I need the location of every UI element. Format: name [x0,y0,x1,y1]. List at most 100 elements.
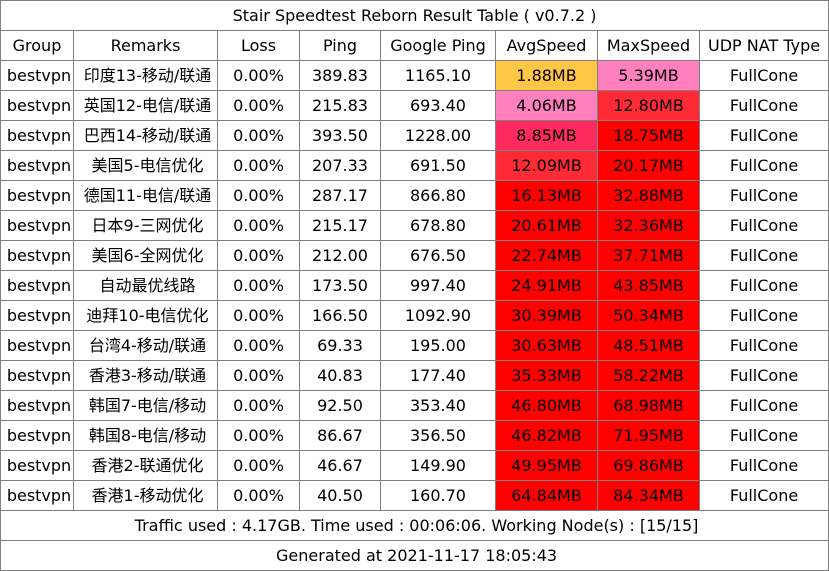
cell-loss: 0.00% [217,150,300,181]
cell-group: bestvpn [0,240,74,271]
cell-remarks: 香港2-联通优化 [73,450,218,481]
cell-max-speed: 71.95MB [597,420,700,451]
cell-ping: 69.33 [299,330,381,361]
cell-group: bestvpn [0,60,74,91]
table-row: bestvpn 香港3-移动/联通 0.00% 40.83 177.40 35.33MB 5… [0,360,829,391]
header-udp-nat-type: UDP NAT Type [698,30,829,61]
cell-avg-speed: 12.09MB [495,150,598,181]
cell-ping: 393.50 [299,120,381,151]
table-row: bestvpn 美国5-电信优化 0.00% 207.33 691.50 12.09MB 2… [0,150,829,181]
cell-remarks: 迪拜10-电信优化 [73,300,218,331]
cell-group: bestvpn [0,150,74,181]
cell-google-ping: 149.90 [380,450,496,481]
cell-avg-speed: 8.85MB [495,120,598,151]
cell-group: bestvpn [0,270,74,301]
cell-loss: 0.00% [217,270,300,301]
cell-udp-nat-type: FullCone [698,330,829,361]
cell-remarks: 日本9-三网优化 [73,210,218,241]
cell-google-ping: 1165.10 [380,60,496,91]
cell-udp-nat-type: FullCone [698,360,829,391]
cell-udp-nat-type: FullCone [698,390,829,421]
cell-ping: 212.00 [299,240,381,271]
cell-ping: 207.33 [299,150,381,181]
cell-remarks: 印度13-移动/联通 [73,60,218,91]
cell-max-speed: 48.51MB [597,330,700,361]
cell-group: bestvpn [0,330,74,361]
cell-google-ping: 997.40 [380,270,496,301]
table-row: bestvpn 巴西14-移动/联通 0.00% 393.50 1228.00 8.85M… [0,120,829,151]
traffic-row: Traffic used : 4.17GB. Time used : 00:06… [0,510,829,541]
cell-remarks: 香港1-移动优化 [73,480,218,511]
cell-remarks: 巴西14-移动/联通 [73,120,218,151]
cell-loss: 0.00% [217,180,300,211]
table-row: bestvpn 迪拜10-电信优化 0.00% 166.50 1092.90 30.39M… [0,300,829,331]
table-row: bestvpn 韩国7-电信/移动 0.00% 92.50 353.40 46.80MB 6… [0,390,829,421]
cell-google-ping: 678.80 [380,210,496,241]
cell-avg-speed: 30.39MB [495,300,598,331]
cell-max-speed: 12.80MB [597,90,700,121]
cell-udp-nat-type: FullCone [698,210,829,241]
cell-avg-speed: 64.84MB [495,480,598,511]
cell-google-ping: 693.40 [380,90,496,121]
cell-udp-nat-type: FullCone [698,60,829,91]
header-group: Group [0,30,74,61]
cell-group: bestvpn [0,120,74,151]
cell-google-ping: 691.50 [380,150,496,181]
cell-google-ping: 1228.00 [380,120,496,151]
cell-group: bestvpn [0,210,74,241]
cell-max-speed: 20.17MB [597,150,700,181]
cell-ping: 389.83 [299,60,381,91]
header-avg-speed: AvgSpeed [495,30,598,61]
cell-max-speed: 50.34MB [597,300,700,331]
cell-google-ping: 353.40 [380,390,496,421]
cell-avg-speed: 46.80MB [495,390,598,421]
cell-ping: 215.17 [299,210,381,241]
cell-ping: 173.50 [299,270,381,301]
cell-remarks: 台湾4-移动/联通 [73,330,218,361]
cell-ping: 40.50 [299,480,381,511]
cell-group: bestvpn [0,300,74,331]
cell-udp-nat-type: FullCone [698,150,829,181]
header-remarks: Remarks [73,30,218,61]
cell-remarks: 美国6-全网优化 [73,240,218,271]
cell-ping: 287.17 [299,180,381,211]
cell-udp-nat-type: FullCone [698,420,829,451]
cell-loss: 0.00% [217,390,300,421]
table-row: bestvpn 日本9-三网优化 0.00% 215.17 678.80 20.61MB 3… [0,210,829,241]
cell-google-ping: 195.00 [380,330,496,361]
generated-row: Generated at 2021-11-17 18:05:43 [0,540,829,571]
cell-loss: 0.00% [217,450,300,481]
cell-max-speed: 37.71MB [597,240,700,271]
table-row: bestvpn 美国6-全网优化 0.00% 212.00 676.50 22.74MB 3… [0,240,829,271]
cell-udp-nat-type: FullCone [698,270,829,301]
table-title: Stair Speedtest Reborn Result Table ( v0… [0,0,829,31]
cell-avg-speed: 16.13MB [495,180,598,211]
cell-google-ping: 866.80 [380,180,496,211]
cell-max-speed: 84.34MB [597,480,700,511]
generated-timestamp: Generated at 2021-11-17 18:05:43 [0,540,829,571]
cell-udp-nat-type: FullCone [698,240,829,271]
cell-avg-speed: 22.74MB [495,240,598,271]
cell-remarks: 自动最优线路 [73,270,218,301]
cell-loss: 0.00% [217,210,300,241]
result-table: Stair Speedtest Reborn Result Table ( v0… [0,0,829,571]
cell-udp-nat-type: FullCone [698,90,829,121]
cell-ping: 46.67 [299,450,381,481]
cell-loss: 0.00% [217,90,300,121]
cell-group: bestvpn [0,450,74,481]
cell-group: bestvpn [0,480,74,511]
cell-ping: 86.67 [299,420,381,451]
cell-ping: 215.83 [299,90,381,121]
header-loss: Loss [217,30,300,61]
cell-udp-nat-type: FullCone [698,480,829,511]
cell-remarks: 香港3-移动/联通 [73,360,218,391]
table-row: bestvpn 台湾4-移动/联通 0.00% 69.33 195.00 30.63MB 4… [0,330,829,361]
cell-max-speed: 5.39MB [597,60,700,91]
table-row: bestvpn 香港1-移动优化 0.00% 40.50 160.70 64.84MB 84… [0,480,829,511]
cell-google-ping: 356.50 [380,420,496,451]
cell-group: bestvpn [0,390,74,421]
cell-udp-nat-type: FullCone [698,300,829,331]
cell-max-speed: 18.75MB [597,120,700,151]
cell-google-ping: 1092.90 [380,300,496,331]
cell-loss: 0.00% [217,240,300,271]
